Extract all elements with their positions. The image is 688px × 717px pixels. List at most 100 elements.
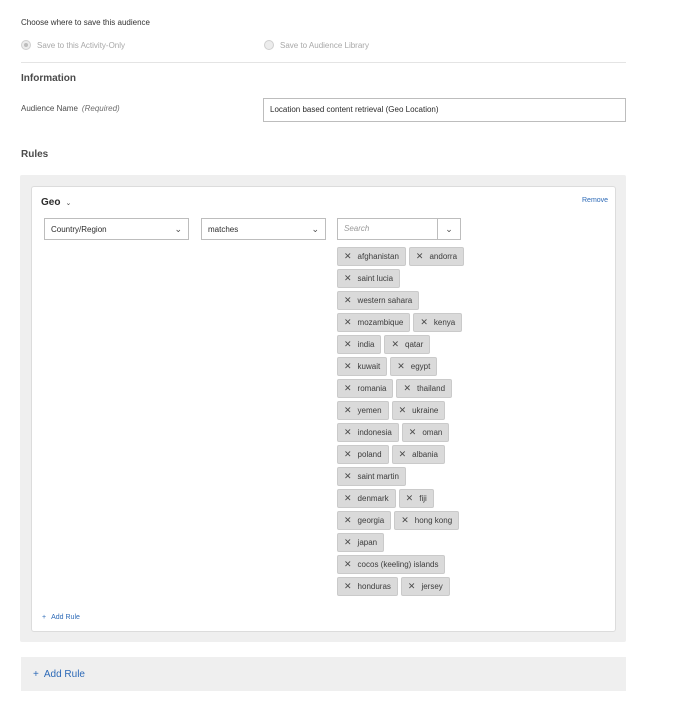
remove-rule-link[interactable]: Remove [582, 197, 608, 204]
close-icon[interactable]: ✕ [399, 449, 407, 460]
plus-icon: + [33, 668, 39, 680]
close-icon[interactable]: ✕ [344, 273, 352, 284]
plus-icon: + [42, 614, 47, 621]
required-indicator: (Required) [81, 104, 120, 113]
attribute-select-value: Country/Region [51, 224, 107, 234]
chevron-down-icon: ⌄ [174, 223, 182, 234]
close-icon[interactable]: ✕ [344, 449, 352, 460]
chevron-down-icon[interactable]: ⌄ [65, 199, 71, 207]
close-icon[interactable]: ✕ [344, 295, 352, 306]
value-tag-label: ukraine [412, 406, 439, 415]
value-tag: ✕ afghanistan [337, 247, 406, 266]
value-tag-label: mozambique [357, 318, 404, 327]
tag-row: ✕ honduras ✕ jersey [337, 577, 487, 599]
value-tag: ✕ kuwait [337, 357, 388, 376]
value-tag: ✕ jersey [400, 577, 450, 596]
tag-row: ✕ georgia ✕ hong kong [337, 511, 487, 533]
rules-heading: Rules [21, 149, 49, 160]
geo-rule-card [31, 186, 616, 632]
tag-row: ✕ romania ✕ thailand [337, 379, 487, 401]
tag-row: ✕ kuwait ✕ egypt [337, 357, 487, 379]
selected-values-list: ✕ afghanistan ✕ andorra ✕ saint lucia ✕ western… [337, 247, 487, 599]
value-tag: ✕ honduras [337, 577, 398, 596]
values-search-input[interactable]: Search [337, 218, 438, 240]
tag-row: ✕ saint martin [337, 467, 487, 489]
value-tag-label: jersey [421, 582, 443, 591]
close-icon[interactable]: ✕ [344, 493, 352, 504]
tag-row: ✕ denmark ✕ fiji [337, 489, 487, 511]
geo-rule-title[interactable]: Geo ⌄ [41, 197, 71, 208]
close-icon[interactable]: ✕ [344, 471, 352, 482]
close-icon[interactable]: ✕ [344, 317, 352, 328]
close-icon[interactable]: ✕ [408, 581, 416, 592]
audience-name-label-text: Audience Name [21, 104, 78, 113]
value-tag-label: afghanistan [357, 252, 399, 261]
value-tag: ✕ fiji [398, 489, 434, 508]
attribute-select[interactable]: Country/Region ⌄ [44, 218, 189, 240]
close-icon[interactable]: ✕ [344, 361, 352, 372]
close-icon[interactable]: ✕ [344, 339, 352, 350]
value-tag-label: indonesia [357, 428, 392, 437]
close-icon[interactable]: ✕ [397, 361, 405, 372]
close-icon[interactable]: ✕ [344, 427, 352, 438]
close-icon[interactable]: ✕ [391, 339, 399, 350]
close-icon[interactable]: ✕ [420, 317, 428, 328]
value-tag: ✕ cocos (keeling) islands [337, 555, 446, 574]
save-audience-library-label: Save to Audience Library [280, 40, 369, 50]
value-tag-label: thailand [417, 384, 446, 393]
value-tag-label: saint lucia [357, 274, 394, 283]
value-tag-label: denmark [357, 494, 389, 503]
value-tag-label: kuwait [357, 362, 381, 371]
value-tag-label: qatar [405, 340, 424, 349]
close-icon[interactable]: ✕ [401, 515, 409, 526]
tag-row: ✕ indonesia ✕ oman [337, 423, 487, 445]
close-icon[interactable]: ✕ [344, 383, 352, 394]
close-icon[interactable]: ✕ [406, 493, 414, 504]
value-tag: ✕ romania [337, 379, 394, 398]
value-tag: ✕ india [337, 335, 382, 354]
save-activity-only-label: Save to this Activity-Only [37, 40, 126, 50]
divider [21, 62, 626, 63]
value-tag-label: kenya [433, 318, 456, 327]
close-icon[interactable]: ✕ [409, 427, 417, 438]
close-icon[interactable]: ✕ [344, 581, 352, 592]
value-tag-label: andorra [429, 252, 458, 261]
operator-select[interactable]: matches ⌄ [201, 218, 326, 240]
close-icon[interactable]: ✕ [399, 405, 407, 416]
value-tag-label: yemen [357, 406, 382, 415]
tag-row: ✕ yemen ✕ ukraine [337, 401, 487, 423]
close-icon[interactable]: ✕ [344, 251, 352, 262]
add-rule-inline-button[interactable]: + Add Rule [42, 614, 80, 621]
tag-row: ✕ mozambique ✕ kenya [337, 313, 487, 335]
value-tag: ✕ saint martin [337, 467, 406, 486]
tag-row: ✕ japan [337, 533, 487, 555]
tag-row: ✕ poland ✕ albania [337, 445, 487, 467]
save-audience-library-option[interactable]: Save to Audience Library [264, 40, 369, 50]
value-tag: ✕ andorra [408, 247, 465, 266]
value-tag: ✕ poland [337, 445, 389, 464]
audience-name-input[interactable]: Location based content retrieval (Geo Lo… [263, 98, 626, 122]
geo-rule-title-text: Geo [41, 197, 61, 208]
value-tag-label: oman [422, 428, 443, 437]
value-tag-label: western sahara [357, 296, 413, 305]
add-rule-button[interactable]: + Add Rule [21, 657, 626, 691]
save-activity-only-option[interactable]: Save to this Activity-Only [21, 40, 125, 50]
close-icon[interactable]: ✕ [344, 405, 352, 416]
close-icon[interactable]: ✕ [416, 251, 424, 262]
value-tag-label: cocos (keeling) islands [357, 560, 439, 569]
radio-button-selected[interactable] [21, 40, 31, 50]
value-tag-label: georgia [357, 516, 385, 525]
radio-button[interactable] [264, 40, 274, 50]
value-tag: ✕ thailand [396, 379, 453, 398]
close-icon[interactable]: ✕ [344, 515, 352, 526]
value-tag: ✕ denmark [337, 489, 396, 508]
value-tag-label: hong kong [414, 516, 453, 525]
tag-row: ✕ afghanistan ✕ andorra [337, 247, 487, 269]
values-dropdown-button[interactable]: ⌄ [437, 218, 461, 240]
value-tag: ✕ kenya [413, 313, 463, 332]
chevron-down-icon: ⌄ [445, 223, 453, 234]
tag-row: ✕ cocos (keeling) islands [337, 555, 487, 577]
close-icon[interactable]: ✕ [344, 537, 352, 548]
close-icon[interactable]: ✕ [344, 559, 352, 570]
close-icon[interactable]: ✕ [403, 383, 411, 394]
